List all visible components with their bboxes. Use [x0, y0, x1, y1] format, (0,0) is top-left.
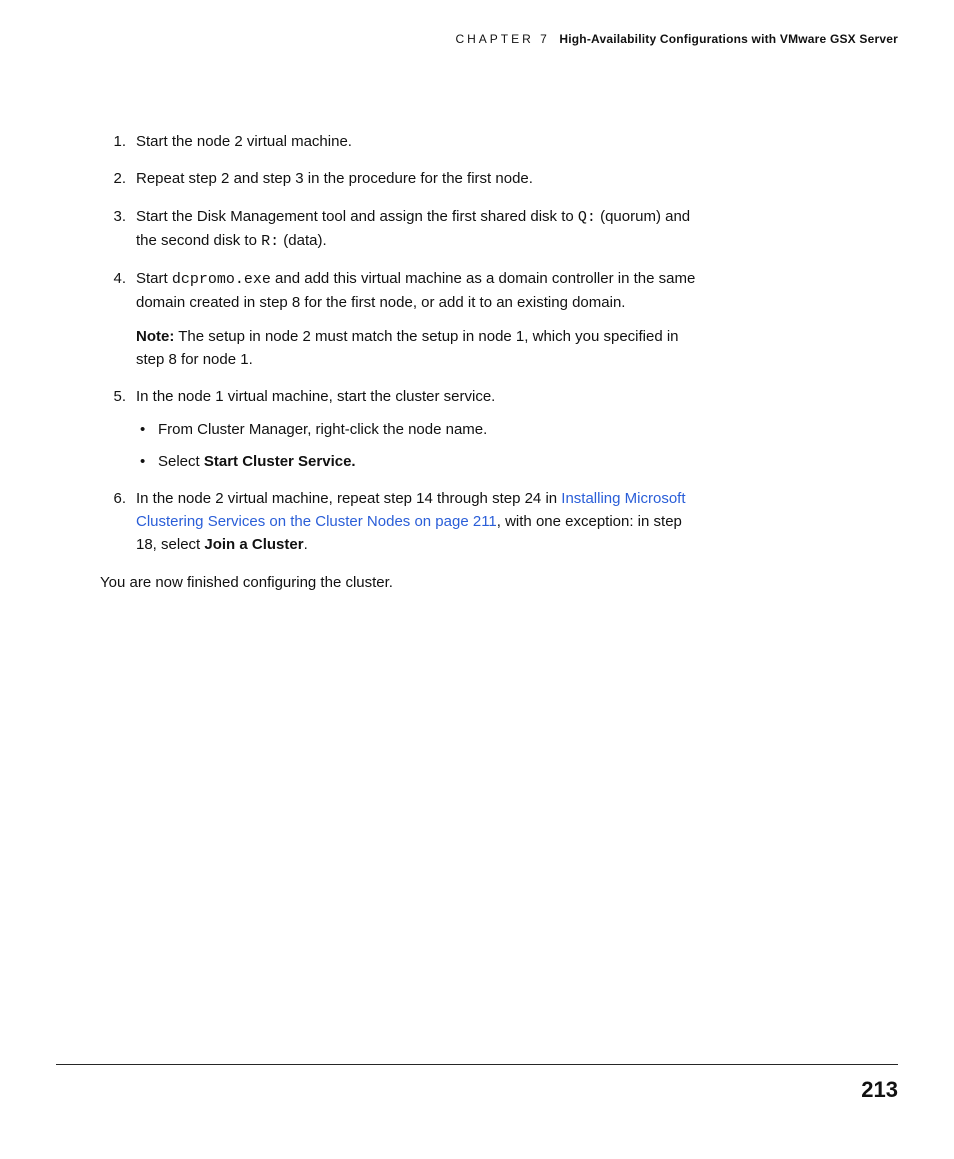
step-text: Repeat step 2 and step 3 in the procedur… [136, 170, 533, 187]
note-label: Note: [136, 328, 174, 345]
step-text: In the node 1 virtual machine, start the… [136, 388, 495, 405]
step-3: 3. Start the Disk Management tool and as… [100, 205, 700, 254]
code-dcpromo: dcpromo.exe [172, 271, 271, 288]
text-fragment: In the node 2 virtual machine, repeat st… [136, 490, 561, 507]
step-2: 2. Repeat step 2 and step 3 in the proce… [100, 167, 700, 190]
step-text: Start dcpromo.exe and add this virtual m… [136, 270, 695, 311]
step-4: 4. Start dcpromo.exe and add this virtua… [100, 267, 700, 371]
page-content: 1. Start the node 2 virtual machine. 2. … [100, 130, 700, 594]
text-fragment: Start [136, 270, 172, 287]
text-fragment: Select [158, 453, 204, 470]
step-1: 1. Start the node 2 virtual machine. [100, 130, 700, 153]
sub-step: • Select Start Cluster Service. [136, 450, 700, 473]
step-5-sublist: • From Cluster Manager, right-click the … [136, 418, 700, 473]
step-number: 5. [100, 385, 126, 408]
sub-text: From Cluster Manager, right-click the no… [158, 421, 487, 438]
page-number: 213 [861, 1077, 898, 1103]
step-note: Note: The setup in node 2 must match the… [136, 325, 700, 372]
bold-fragment: Join a Cluster [204, 536, 303, 553]
step-6: 6. In the node 2 virtual machine, repeat… [100, 487, 700, 557]
code-r: R: [261, 233, 279, 250]
sub-step: • From Cluster Manager, right-click the … [136, 418, 700, 441]
text-fragment: . [304, 536, 308, 553]
text-fragment: (data). [279, 232, 327, 249]
step-number: 1. [100, 130, 126, 153]
step-number: 6. [100, 487, 126, 510]
text-fragment: Start the Disk Management tool and assig… [136, 208, 578, 225]
footer-rule [56, 1064, 898, 1065]
step-5: 5. In the node 1 virtual machine, start … [100, 385, 700, 473]
closing-paragraph: You are now finished configuring the clu… [100, 571, 700, 594]
step-number: 2. [100, 167, 126, 190]
step-text: Start the Disk Management tool and assig… [136, 208, 690, 249]
sub-text: Select Start Cluster Service. [158, 453, 356, 470]
bullet-icon: • [140, 418, 145, 441]
page-header: CHAPTER 7 High-Availability Configuratio… [455, 32, 898, 46]
step-text: In the node 2 virtual machine, repeat st… [136, 490, 686, 554]
step-number: 3. [100, 205, 126, 228]
bold-fragment: Start Cluster Service. [204, 453, 356, 470]
note-text: The setup in node 2 must match the setup… [136, 328, 679, 368]
chapter-label: CHAPTER 7 [455, 32, 549, 46]
ordered-steps: 1. Start the node 2 virtual machine. 2. … [100, 130, 700, 557]
code-q: Q: [578, 209, 596, 226]
bullet-icon: • [140, 450, 145, 473]
step-number: 4. [100, 267, 126, 290]
chapter-title: High-Availability Configurations with VM… [559, 32, 898, 46]
step-text: Start the node 2 virtual machine. [136, 133, 352, 150]
